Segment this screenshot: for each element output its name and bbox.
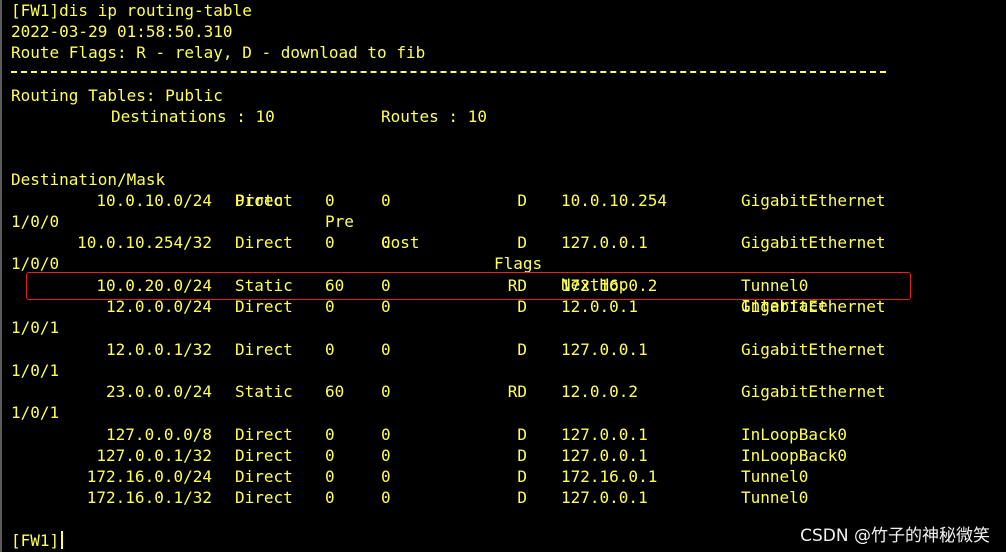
separator-line xyxy=(11,71,886,73)
cell-pre: 0 xyxy=(325,191,335,210)
cell-pre: 0 xyxy=(325,425,335,444)
interface-continuation: 1/0/0 xyxy=(11,254,60,273)
cell-flags: RD xyxy=(507,382,527,401)
header-flags: Flags xyxy=(494,254,543,273)
cell-proto: Direct xyxy=(235,446,293,465)
cell-proto: Direct xyxy=(235,488,293,507)
table-row: 10.0.10.0/24 Direct 0 0 D 10.0.10.254 GigabitE… xyxy=(2,190,1006,211)
cell-pre: 0 xyxy=(325,467,335,486)
cell-destination: 10.0.10.0/24 xyxy=(96,191,212,210)
cell-pre: 0 xyxy=(325,233,335,252)
cell-nexthop: 12.0.0.2 xyxy=(561,382,639,401)
cell-destination: 172.16.0.1/32 xyxy=(86,488,212,507)
cell-cost: 0 xyxy=(381,191,391,210)
cell-flags: D xyxy=(517,233,527,252)
interface-continuation: 1/0/1 xyxy=(11,318,60,337)
cell-flags: D xyxy=(517,191,527,210)
cell-cost: 0 xyxy=(381,382,391,401)
flags-legend: Route Flags: R - relay, D - download to … xyxy=(11,43,426,62)
table-row: 127.0.0.1/32 Direct 0 0 D 127.0.0.1 InLoopBack… xyxy=(2,445,1006,466)
interface-continuation: 1/0/1 xyxy=(11,403,60,422)
cell-interface: GigabitEthernet xyxy=(741,340,886,359)
watermark: CSDN @竹子的神秘微笑 xyxy=(800,526,990,546)
cell-flags: D xyxy=(517,488,527,507)
table-row: 23.0.0.0/24 Static 60 0 RD 12.0.0.2 GigabitEth… xyxy=(2,381,1006,402)
cell-interface: GigabitEthernet xyxy=(741,382,886,401)
table-row: 12.0.0.1/32 Direct 0 0 D 127.0.0.1 GigabitEthe… xyxy=(2,339,1006,360)
cell-pre: 0 xyxy=(325,488,335,507)
prompt-text: [FW1] xyxy=(11,531,60,550)
cell-interface: Tunnel0 xyxy=(741,488,809,507)
cell-proto: Direct xyxy=(235,467,293,486)
cell-proto: Direct xyxy=(235,425,293,444)
terminal-window[interactable]: [FW1]dis ip routing-table 2022-03-29 01:… xyxy=(0,0,1006,552)
cell-nexthop: 127.0.0.1 xyxy=(561,446,648,465)
cell-proto: Direct xyxy=(235,191,293,210)
tables-title: Routing Tables: Public xyxy=(11,86,223,105)
table-header: Destination/Mask Proto Pre Cost Flags Ne… xyxy=(2,148,1006,315)
cell-nexthop: 127.0.0.1 xyxy=(561,233,648,252)
cell-cost: 0 xyxy=(381,446,391,465)
header-destination: Destination/Mask xyxy=(11,170,166,189)
cell-nexthop: 127.0.0.1 xyxy=(561,425,648,444)
cell-destination: 127.0.0.1/32 xyxy=(96,446,212,465)
cell-interface: InLoopBack0 xyxy=(741,425,847,444)
routes-count: Routes : 10 xyxy=(381,107,487,126)
cell-destination: 23.0.0.0/24 xyxy=(106,382,212,401)
interface-continuation: 1/0/1 xyxy=(11,361,60,380)
cell-nexthop: 127.0.0.1 xyxy=(561,488,648,507)
cell-destination: 12.0.0.1/32 xyxy=(106,340,212,359)
cell-interface: GigabitEthernet xyxy=(741,191,886,210)
cell-cost: 0 xyxy=(381,488,391,507)
cell-cost: 0 xyxy=(381,233,391,252)
cell-interface: InLoopBack0 xyxy=(741,446,847,465)
cell-cost: 0 xyxy=(381,467,391,486)
interface-continuation: 1/0/0 xyxy=(11,212,60,231)
cell-proto: Direct xyxy=(235,340,293,359)
command-prompt[interactable]: [FW1] xyxy=(11,530,64,551)
cell-flags: D xyxy=(517,446,527,465)
command-line: [FW1]dis ip routing-table xyxy=(11,1,252,20)
table-row: 172.16.0.1/32 Direct 0 0 D 127.0.0.1 Tunnel0 xyxy=(2,487,1006,508)
cell-cost: 0 xyxy=(381,425,391,444)
cell-flags: D xyxy=(517,425,527,444)
cell-destination: 127.0.0.0/8 xyxy=(106,425,212,444)
cell-pre: 60 xyxy=(325,382,345,401)
table-row: 172.16.0.0/24 Direct 0 0 D 172.16.0.1 Tunnel0 xyxy=(2,466,1006,487)
cell-flags: D xyxy=(517,467,527,486)
table-row: 10.0.10.254/32 Direct 0 0 D 127.0.0.1 GigabitE… xyxy=(2,232,1006,253)
cell-nexthop: 172.16.0.1 xyxy=(561,467,658,486)
cell-nexthop: 127.0.0.1 xyxy=(561,340,648,359)
cell-nexthop: 10.0.10.254 xyxy=(561,191,667,210)
cell-cost: 0 xyxy=(381,340,391,359)
table-row: 127.0.0.0/8 Direct 0 0 D 127.0.0.1 InLoopBack0 xyxy=(2,424,1006,445)
header-pre: Pre xyxy=(325,212,354,231)
cell-proto: Static xyxy=(235,382,293,401)
text-cursor xyxy=(61,531,64,549)
cell-flags: D xyxy=(517,340,527,359)
cell-pre: 0 xyxy=(325,446,335,465)
cell-destination: 10.0.10.254/32 xyxy=(77,233,212,252)
cell-destination: 172.16.0.0/24 xyxy=(86,467,212,486)
destinations-count: Destinations : 10 xyxy=(111,107,275,126)
cell-interface: GigabitEthernet xyxy=(741,233,886,252)
cell-pre: 0 xyxy=(325,340,335,359)
highlight-box xyxy=(26,272,911,300)
cell-proto: Direct xyxy=(235,233,293,252)
timestamp: 2022-03-29 01:58:50.310 xyxy=(11,22,233,41)
cell-interface: Tunnel0 xyxy=(741,467,809,486)
